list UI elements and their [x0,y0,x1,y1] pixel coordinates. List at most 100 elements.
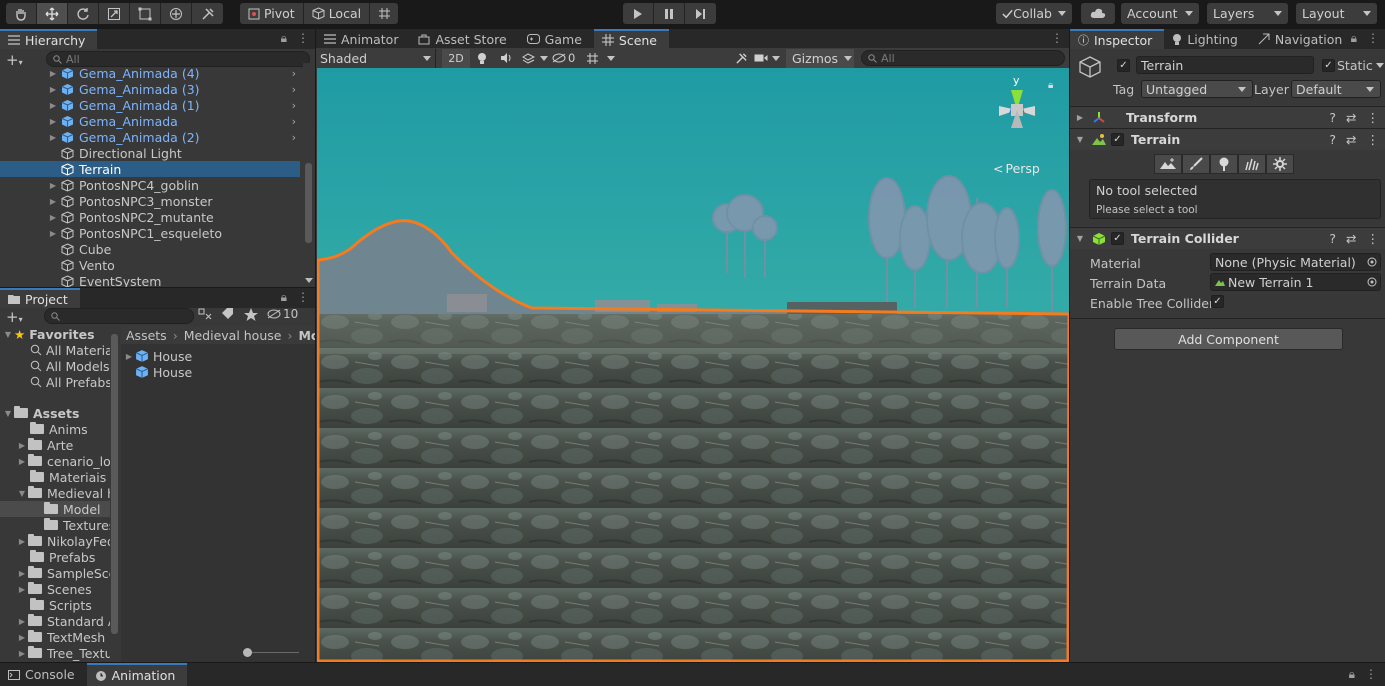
more-menu-icon[interactable]: ⋮ [1365,667,1377,682]
label-tag-icon[interactable] [221,308,235,320]
terrain-settings-tool[interactable] [1266,154,1294,174]
folder-item[interactable]: ▶ TextMesh [16,629,105,645]
hierarchy-item[interactable]: ▶ Gema_Animada (4) › [0,65,300,81]
help-icon[interactable]: ? [1329,132,1336,147]
enable-tree-colliders-checkbox[interactable]: ✓ [1211,295,1224,308]
scene-viewport[interactable]: y 🔒︎ < Persp [317,68,1069,662]
gizmos-dropdown[interactable]: Gizmos [786,48,854,68]
effects-dropdown[interactable] [518,52,552,64]
folder-item-selected[interactable]: Model [0,501,110,517]
hierarchy-scrollbar[interactable] [303,63,315,287]
project-search[interactable] [44,308,194,324]
play-button[interactable] [623,3,654,24]
object-name-field[interactable]: Terrain [1136,56,1314,74]
folder-item[interactable]: ▶cenario_lov [16,453,110,469]
pause-button[interactable] [654,3,685,24]
local-toggle[interactable]: Local [304,3,371,24]
terrain-component-header[interactable]: ▼ ✓ Terrain ? ⇄ ⋮ [1070,128,1385,150]
rect-tool-button[interactable] [130,3,161,24]
rotate-tool-button[interactable] [68,3,99,24]
tab-project[interactable]: Project [0,288,80,308]
folder-item[interactable]: ▶ Scenes [16,581,92,597]
scene-search[interactable]: All [861,50,1065,66]
transform-component-header[interactable]: ▶ Transform ? ⇄ ⋮ [1070,106,1385,128]
static-dropdown[interactable]: Static [1337,58,1384,73]
account-dropdown[interactable]: Account [1121,3,1199,24]
hierarchy-item[interactable]: ▶ PontosNPC2_mutante [0,209,300,225]
toggle-2d-button[interactable]: 2D [442,48,470,68]
transform-tool-button[interactable] [161,3,192,24]
hierarchy-item[interactable]: Vento [0,257,300,273]
active-checkbox[interactable]: ✓ [1117,59,1130,72]
breadcrumb-item[interactable]: Assets [126,328,167,343]
breadcrumb-item[interactable]: Mod [298,328,315,343]
camera-dropdown[interactable] [754,53,786,63]
tab-game[interactable]: Game [519,29,594,49]
folder-item[interactable]: Textures [44,517,110,533]
paint-trees-tool[interactable] [1210,154,1238,174]
grid-dropdown[interactable] [586,52,626,65]
add-component-button[interactable]: Add Component [1114,328,1343,350]
folder-item[interactable]: Materiais c [30,469,110,485]
breadcrumb-item[interactable]: Medieval house [184,328,282,343]
favorites-header[interactable]: ▼ ★ Favorites [2,326,95,342]
tab-animation[interactable]: Animation [86,663,188,686]
hierarchy-item[interactable]: ▶ PontosNPC1_esqueleto [0,225,300,241]
folder-item[interactable]: ▶ NikolayFed [16,533,110,549]
lock-icon[interactable]: 🔒︎ [281,290,287,305]
more-menu-icon[interactable]: ⋮ [297,290,309,305]
audio-toggle[interactable] [494,52,518,64]
help-icon[interactable]: ? [1329,231,1336,246]
paint-details-tool[interactable] [1238,154,1266,174]
terrain-collider-header[interactable]: ▼ ✓ Terrain Collider ? ⇄ ⋮ [1070,227,1385,249]
pivot-toggle[interactable]: Pivot [240,3,304,24]
scale-tool-button[interactable] [99,3,130,24]
object-picker-icon[interactable] [1367,277,1377,287]
presets-icon[interactable]: ⇄ [1346,110,1356,125]
lock-icon[interactable]: 🔒︎ [1351,31,1357,46]
hierarchy-item[interactable]: Cube [0,241,300,257]
hierarchy-item[interactable]: ▶ Gema_Animada (2) › [0,129,300,145]
object-picker-icon[interactable] [1367,257,1377,267]
tab-navigation[interactable]: Navigation [1250,29,1354,49]
lock-icon[interactable]: 🔒︎ [1048,80,1053,91]
orientation-gizmo[interactable]: y [985,74,1049,142]
folder-item[interactable]: ▼ Medieval h [16,485,110,501]
assets-header[interactable]: ▼ Assets [2,405,80,421]
layers-dropdown[interactable]: Layers [1207,3,1288,24]
collider-enabled-checkbox[interactable]: ✓ [1111,232,1124,245]
folder-item[interactable]: ▶ SampleSce [16,565,110,581]
grid-snap-button[interactable] [370,3,398,24]
step-button[interactable] [685,3,716,24]
tab-lighting[interactable]: Lighting [1164,29,1250,49]
shading-mode-dropdown[interactable]: Shaded [316,48,436,68]
tag-dropdown[interactable]: Untagged [1141,80,1253,98]
tab-asset-store[interactable]: Asset Store [410,29,518,49]
hierarchy-item[interactable]: Directional Light [0,145,300,161]
hierarchy-item[interactable]: ▶ Gema_Animada (3) › [0,81,300,97]
project-tree-scrollbar[interactable] [110,326,120,662]
tab-scene[interactable]: Scene [593,29,670,49]
hierarchy-item[interactable]: ▶ PontosNPC4_goblin [0,177,300,193]
presets-icon[interactable]: ⇄ [1346,132,1356,147]
file-item[interactable]: ▶ House [123,348,192,364]
file-item[interactable]: House [135,364,192,380]
folder-item[interactable]: Anims [30,421,88,437]
lock-icon[interactable]: 🔒︎ [281,31,287,46]
custom-tool-button[interactable] [192,3,223,24]
lock-icon[interactable]: 🔒︎ [1349,667,1355,682]
projection-toggle[interactable]: < Persp [993,161,1040,176]
more-menu-icon[interactable]: ⋮ [1367,231,1380,246]
hierarchy-item[interactable]: ▶ Gema_Animada (1) › [0,97,300,113]
filter-type-icon[interactable] [198,308,212,320]
zoom-slider-handle[interactable] [243,648,252,657]
more-menu-icon[interactable]: ⋮ [297,31,309,46]
layout-dropdown[interactable]: Layout [1296,3,1377,24]
tab-animator[interactable]: Animator [316,29,410,49]
folder-item[interactable]: Prefabs [30,549,95,565]
material-field[interactable]: None (Physic Material) [1210,253,1381,271]
folder-item[interactable]: Scripts [30,597,92,613]
folder-item[interactable]: ▶ Arte [16,437,73,453]
favorite-item[interactable]: All Models [30,358,110,374]
lighting-toggle[interactable] [470,52,494,65]
